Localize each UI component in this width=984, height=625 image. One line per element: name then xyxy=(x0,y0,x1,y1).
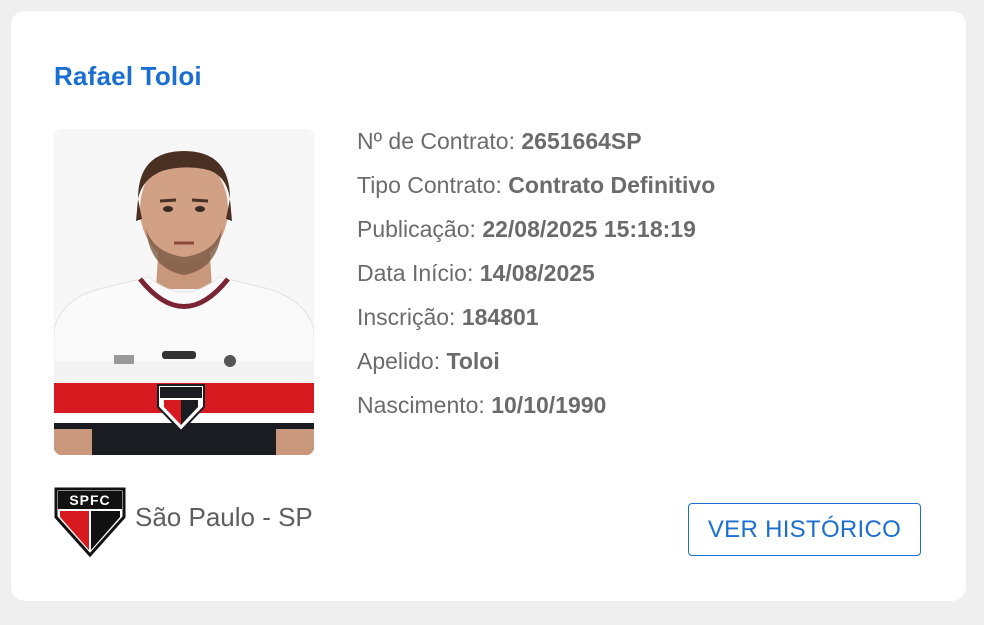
detail-publication: Publicação: 22/08/2025 15:18:19 xyxy=(357,207,715,251)
view-history-button[interactable]: VER HISTÓRICO xyxy=(688,503,921,556)
detail-value: 14/08/2025 xyxy=(479,260,595,286)
svg-text:SPFC: SPFC xyxy=(69,492,110,508)
spfc-crest-icon: SPFC xyxy=(54,487,126,557)
player-portrait-icon xyxy=(54,129,314,455)
detail-label: Inscrição: xyxy=(357,304,462,330)
detail-label: Nascimento: xyxy=(357,392,492,418)
player-photo xyxy=(54,129,314,455)
detail-nickname: Apelido: Toloi xyxy=(357,339,715,383)
detail-label: Publicação: xyxy=(357,216,483,242)
detail-start-date: Data Início: 14/08/2025 xyxy=(357,251,715,295)
club-name: São Paulo - SP xyxy=(135,501,313,532)
detail-label: Apelido: xyxy=(357,348,447,374)
detail-value: 22/08/2025 15:18:19 xyxy=(482,216,696,242)
detail-value: 10/10/1990 xyxy=(491,392,607,418)
player-name[interactable]: Rafael Toloi xyxy=(54,61,202,92)
detail-contract-number: Nº de Contrato: 2651664SP xyxy=(357,119,715,163)
detail-value: Toloi xyxy=(446,348,500,374)
detail-value: 184801 xyxy=(461,304,539,330)
detail-value: 2651664SP xyxy=(521,128,642,154)
detail-registration: Inscrição: 184801 xyxy=(357,295,715,339)
detail-label: Data Início: xyxy=(357,260,480,286)
detail-birth: Nascimento: 10/10/1990 xyxy=(357,383,715,427)
contract-details: Nº de Contrato: 2651664SP Tipo Contrato:… xyxy=(357,119,715,427)
detail-value: Contrato Definitivo xyxy=(508,172,716,198)
detail-label: Tipo Contrato: xyxy=(357,172,509,198)
contract-card: Rafael Toloi Nº de Contrato: 2651664SP T… xyxy=(11,11,966,601)
club-info: SPFC São Paulo - SP xyxy=(54,487,313,557)
detail-contract-type: Tipo Contrato: Contrato Definitivo xyxy=(357,163,715,207)
detail-label: Nº de Contrato: xyxy=(357,128,522,154)
